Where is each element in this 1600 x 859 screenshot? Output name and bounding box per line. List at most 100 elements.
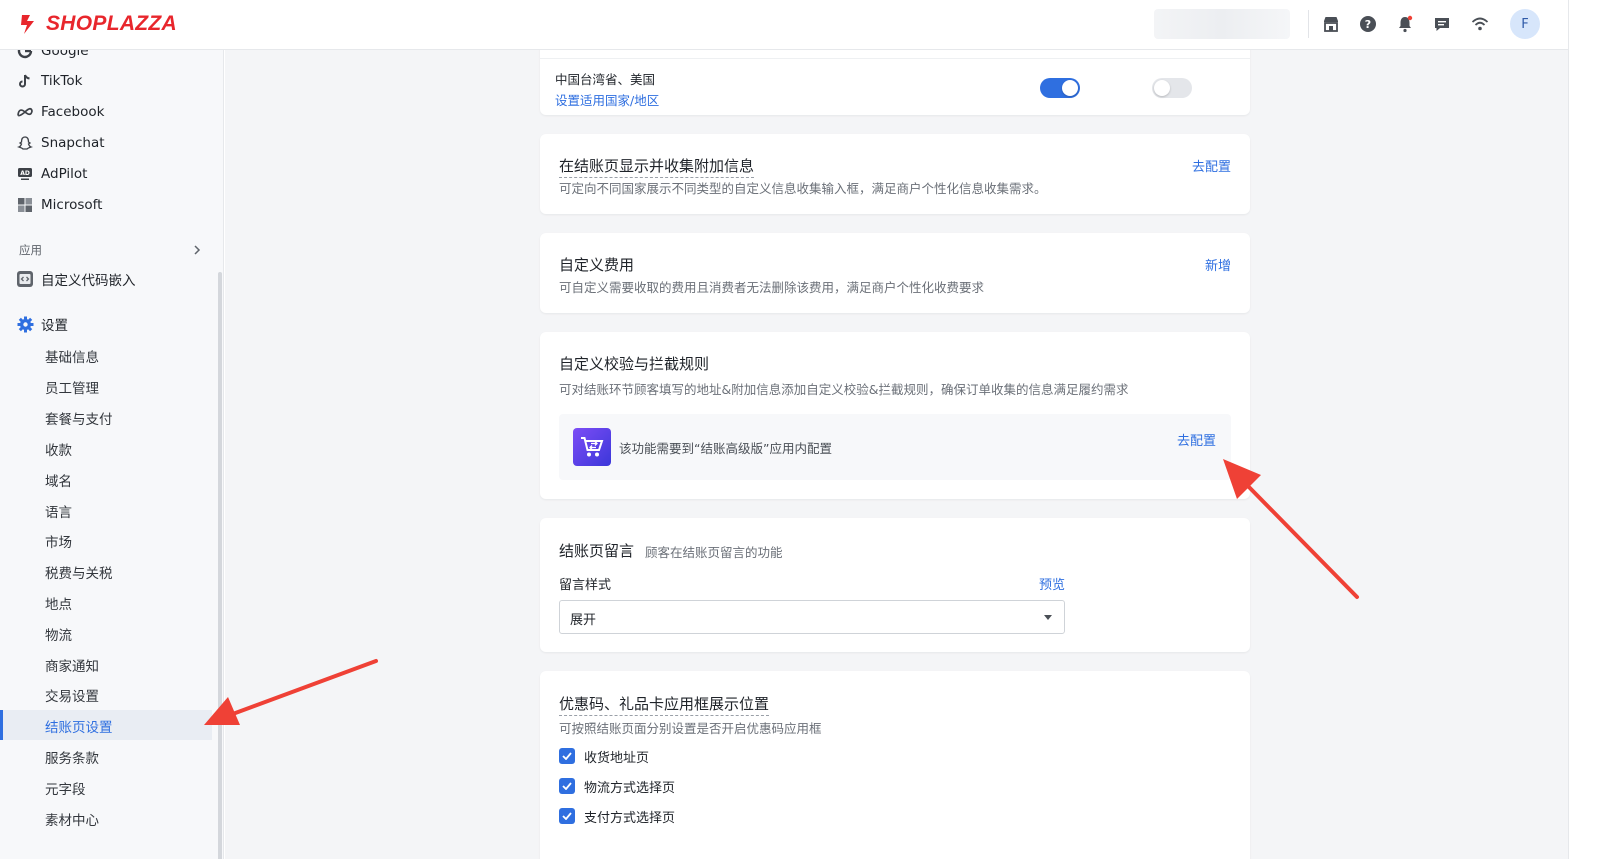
message-icon[interactable] [1431,13,1453,35]
sidebar-item-label: Snapchat [41,135,105,151]
card-title: 自定义校验与拦截规则 [559,355,710,373]
sidebar-subitem[interactable]: 基础信息 [0,340,212,370]
shoplazza-logo[interactable]: SHOPLAZZA [18,12,177,36]
sidebar-item-snapchat[interactable]: Snapchat [0,128,212,158]
chevron-right-icon[interactable] [192,241,202,260]
sidebar-subitem-label: 收款 [45,443,72,459]
google-icon [16,50,34,60]
sidebar-item-facebook[interactable]: Facebook [0,97,212,127]
checkbox-payment-method[interactable]: 支付方式选择页 [559,806,675,826]
region-toggle-on[interactable] [1040,78,1080,98]
sidebar: Google TikTok Facebook Snapchat AD AdPil… [0,50,224,859]
sidebar-item-label: Facebook [41,104,105,120]
sidebar-subitem-label: 物流 [45,628,72,644]
sidebar-subitem[interactable]: 收款 [0,433,212,463]
checkbox-label: 支付方式选择页 [584,810,676,826]
checkbox-shipping-method[interactable]: 物流方式选择页 [559,776,675,796]
sidebar-subitem[interactable]: 素材中心 [0,803,212,833]
sidebar-item-label: Microsoft [41,197,103,213]
sidebar-subitem[interactable]: 地点 [0,587,212,617]
svg-text:AD: AD [20,170,30,177]
card-description: 可按照结账页面分别设置是否开启优惠码应用框 [559,721,822,736]
app-notice: 该功能需要到“结账高级版”应用内配置 去配置 [559,414,1231,480]
field-label: 留言样式 [559,578,612,593]
sidebar-subitem-label: 市场 [45,535,72,551]
card-description: 可对结账环节顾客填写的地址&附加信息添加自定义校验&拦截规则，确保订单收集的信息… [559,382,1129,397]
sidebar-subitem-label: 套餐与支付 [45,412,113,428]
card-subtitle: 顾客在结账页留言的功能 [645,545,783,560]
sidebar-item-google[interactable]: Google [0,50,212,66]
checkbox-checked-icon [559,778,575,794]
sidebar-subitem[interactable]: 域名 [0,464,212,494]
row-divider [540,58,1250,59]
bell-icon[interactable] [1394,13,1416,35]
sidebar-item-microsoft[interactable]: Microsoft [0,190,212,220]
microsoft-icon [16,196,34,214]
preview-link[interactable]: 预览 [1039,574,1065,593]
cart-app-icon [573,428,611,466]
ad-icon: AD [16,165,34,183]
card-title: 优惠码、礼品卡应用框展示位置 [559,693,770,716]
sidebar-item-code-embed[interactable]: 自定义代码嵌入 [0,264,212,294]
sidebar-subitem[interactable]: 套餐与支付 [0,402,212,432]
sidebar-subitem-checkout-active[interactable]: 结账页设置 [0,710,212,740]
card-description: 可自定义需要收取的费用且消费者无法删除该费用，满足商户个性化收费要求 [559,280,985,295]
brand-name: SHOPLAZZA [46,12,178,35]
card-title: 自定义费用 [559,256,635,274]
sidebar-subitem[interactable]: 元字段 [0,772,212,802]
checkbox-checked-icon [559,808,575,824]
sidebar-subitem[interactable]: 税费与关税 [0,556,212,586]
sidebar-subitem[interactable]: 服务条款 [0,741,212,771]
sidebar-subitem-label: 素材中心 [45,813,99,829]
toggle-knob [1154,80,1170,96]
sidebar-item-adpilot[interactable]: AD AdPilot [0,159,212,189]
sidebar-subitem[interactable]: 语言 [0,495,212,525]
configure-link[interactable]: 去配置 [1192,156,1231,175]
notice-text: 该功能需要到“结账高级版”应用内配置 [619,441,832,456]
snapchat-icon [16,134,34,152]
checkout-message-card: 结账页留言 顾客在结账页留言的功能 留言样式 预览 展开 [540,518,1250,652]
sidebar-subitem-label: 员工管理 [45,381,99,397]
region-toggle-off[interactable] [1152,78,1192,98]
add-fee-link[interactable]: 新增 [1205,255,1231,274]
custom-fee-card: 自定义费用 可自定义需要收取的费用且消费者无法删除该费用，满足商户个性化收费要求… [540,233,1250,313]
store-icon[interactable] [1320,13,1342,35]
apps-section-label: 应用 [19,243,42,257]
message-style-select[interactable]: 展开 [559,600,1065,634]
sidebar-subitem[interactable]: 市场 [0,525,212,555]
sidebar-subitem[interactable]: 物流 [0,618,212,648]
toggle-knob [1062,80,1078,96]
store-search[interactable] [1154,9,1290,39]
set-regions-link[interactable]: 设置适用国家/地区 [555,90,659,109]
sidebar-subitem[interactable]: 商家通知 [0,649,212,679]
sidebar-item-label: Google [41,50,89,59]
sidebar-subitem-label: 商家通知 [45,659,99,675]
checkbox-label: 物流方式选择页 [584,780,676,796]
sidebar-subitem-label: 结账页设置 [45,720,113,736]
user-avatar[interactable]: F [1510,9,1540,39]
help-icon[interactable]: ? [1357,13,1379,35]
coupon-position-card: 优惠码、礼品卡应用框展示位置 可按照结账页面分别设置是否开启优惠码应用框 收货地… [540,671,1250,859]
sidebar-scrollbar[interactable] [218,272,222,859]
checkbox-checked-icon [559,748,575,764]
sidebar-subitem[interactable]: 交易设置 [0,679,212,709]
wifi-icon[interactable] [1469,13,1491,35]
region-list: 中国台湾省、美国 [555,72,656,87]
sidebar-item-label: AdPilot [41,166,88,182]
additional-info-card: 在结账页显示并收集附加信息 可定向不同国家展示不同类型的自定义信息收集输入框，满… [540,134,1250,214]
tiktok-icon [16,72,34,90]
checkbox-shipping-address[interactable]: 收货地址页 [559,746,649,766]
validation-rules-card: 自定义校验与拦截规则 可对结账环节顾客填写的地址&附加信息添加自定义校验&拦截规… [540,332,1250,499]
region-card: 中国台湾省、美国 设置适用国家/地区 [540,50,1250,115]
code-embed-icon [16,270,34,288]
sidebar-subitem-label: 地点 [45,597,72,613]
select-value: 展开 [570,613,597,628]
window-edge [1568,0,1600,859]
sidebar-subitem-label: 元字段 [45,782,86,798]
svg-text:?: ? [1365,18,1371,31]
sidebar-subitem-label: 语言 [45,505,72,521]
sidebar-item-settings[interactable]: 设置 [0,309,212,339]
configure-link[interactable]: 去配置 [1177,430,1216,449]
sidebar-item-tiktok[interactable]: TikTok [0,66,212,96]
sidebar-subitem[interactable]: 员工管理 [0,371,212,401]
